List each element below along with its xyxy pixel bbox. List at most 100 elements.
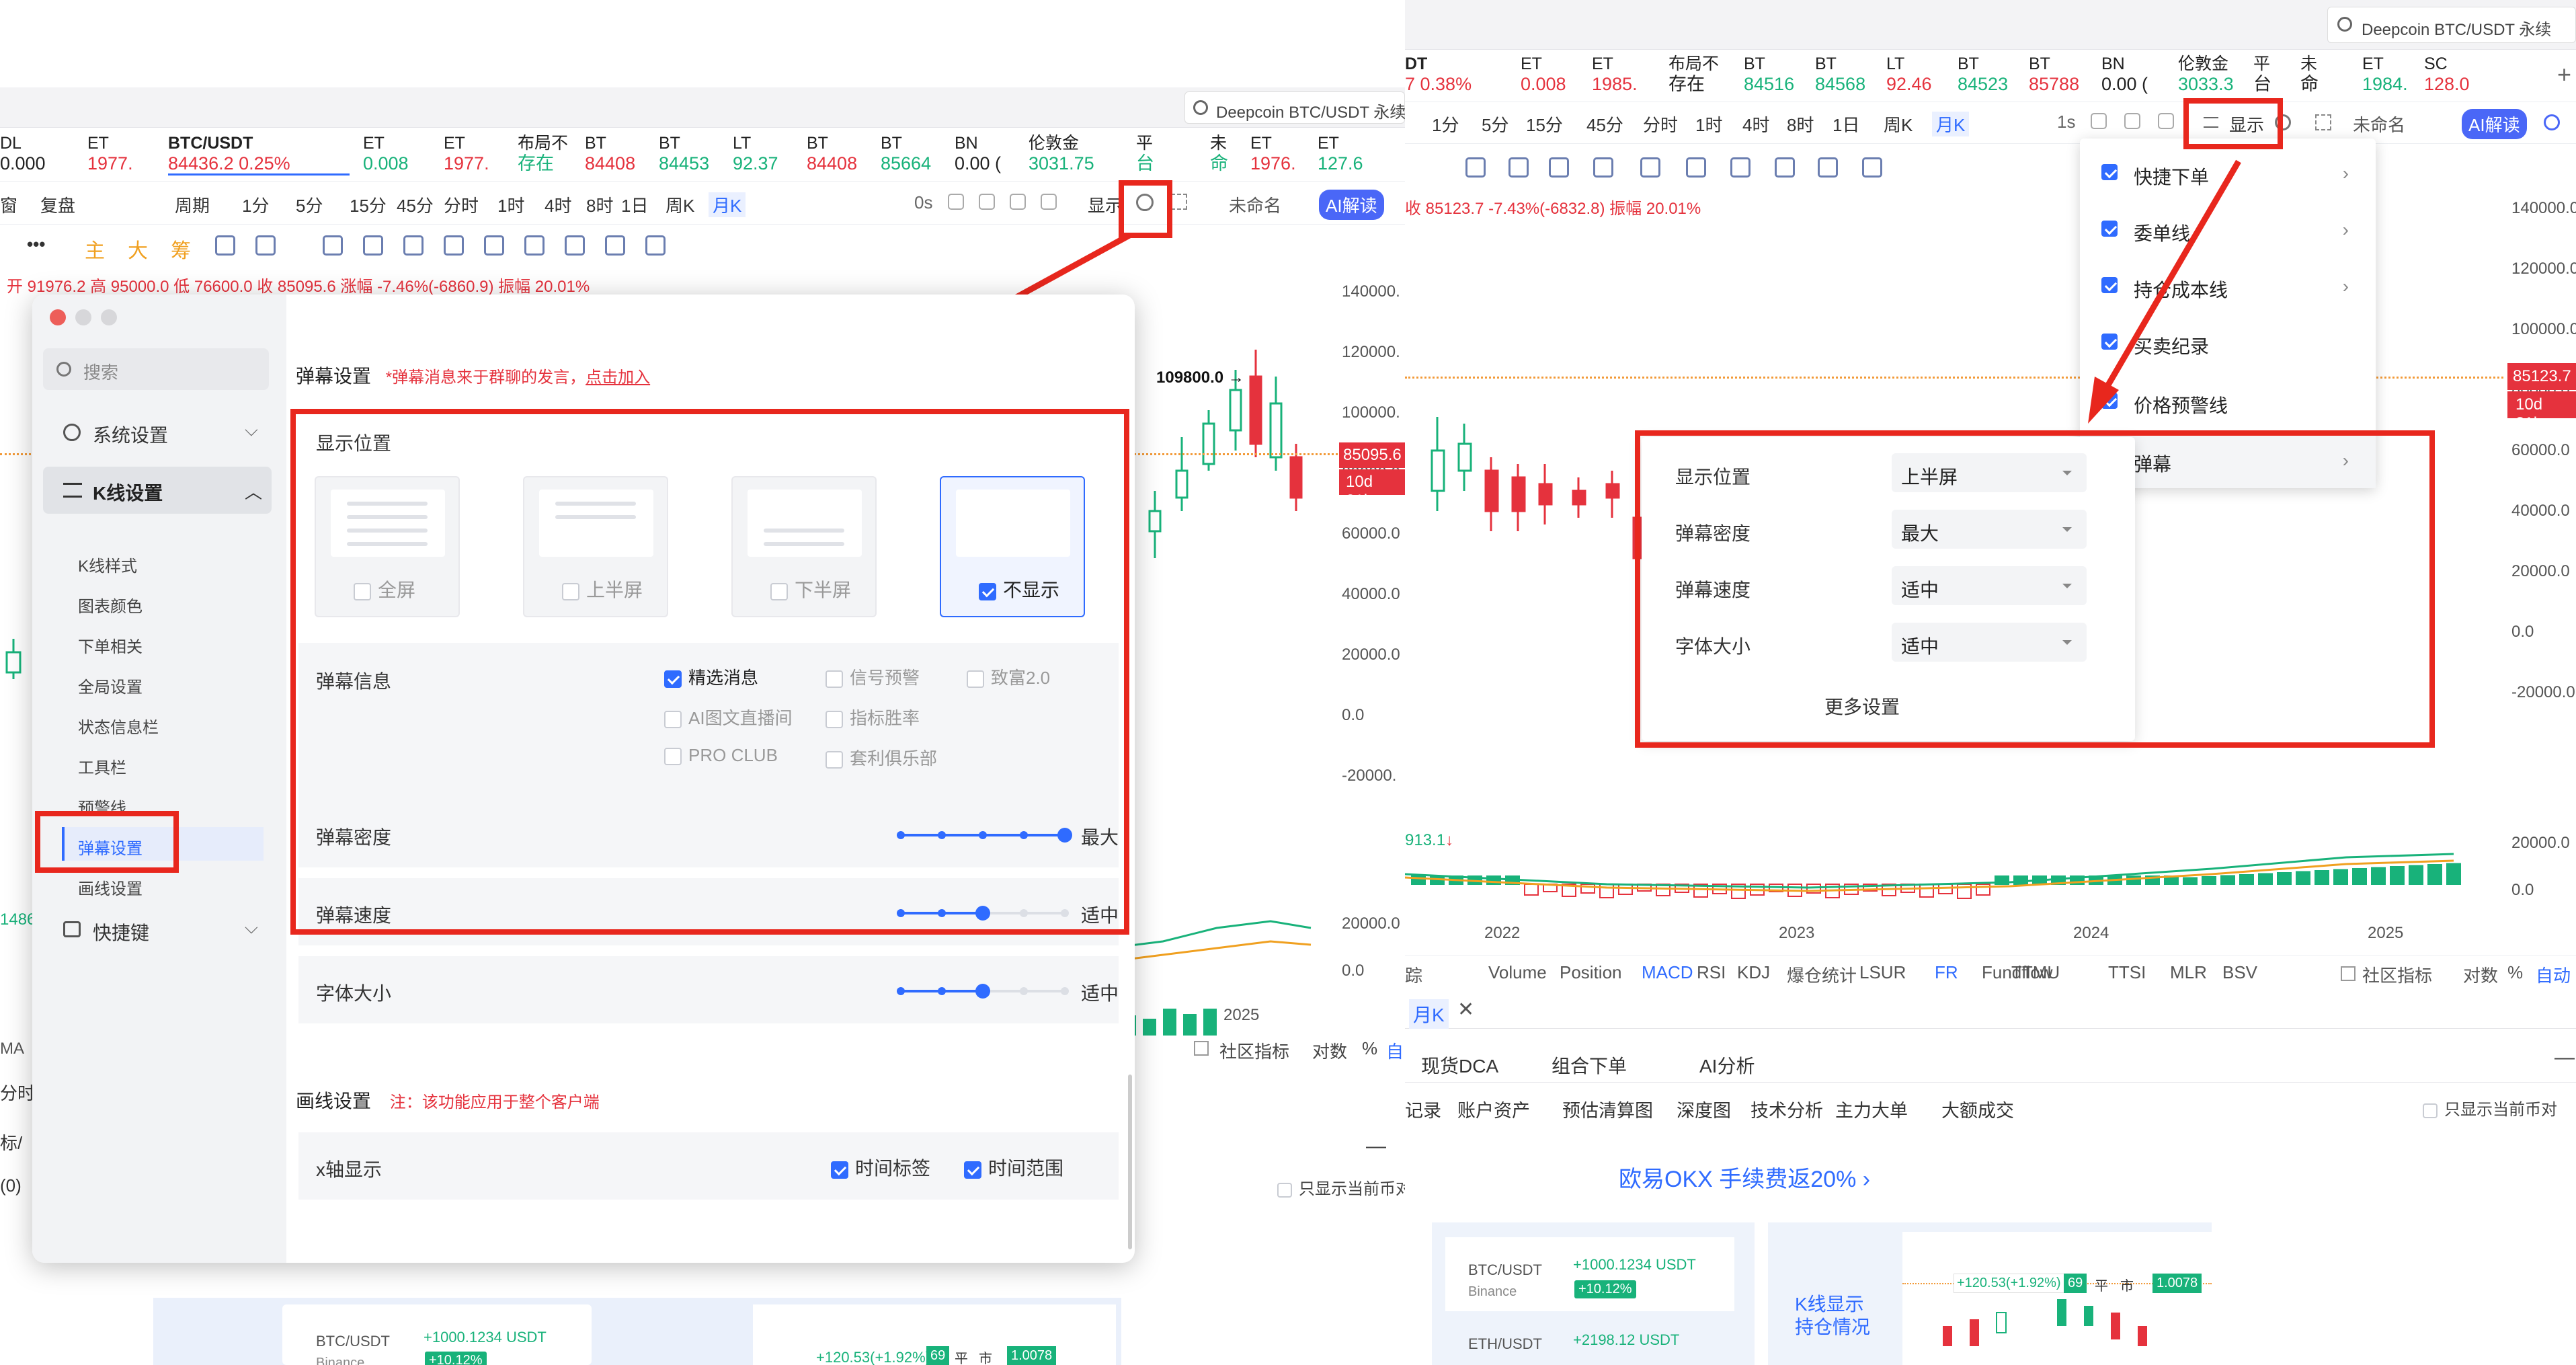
filter-icon[interactable] [1818, 157, 1838, 178]
line-tool-icon[interactable] [1549, 157, 1569, 178]
indicator-tab[interactable]: TTSI [2108, 962, 2146, 983]
magnet-icon[interactable] [484, 235, 504, 256]
danmu-join-link[interactable]: 点击加入 [586, 368, 650, 387]
toolbar-item[interactable]: 周K [1884, 112, 1913, 136]
only-current-toggle[interactable]: 只显示当前币对 [2423, 1096, 2557, 1120]
toolbar-item[interactable]: 5分 [296, 192, 323, 217]
subnav-item[interactable]: 全局设置 [62, 666, 264, 699]
toolbar-item[interactable]: 4时 [545, 192, 571, 217]
ticker-item[interactable]: BT 84453 [659, 133, 709, 173]
ruler-icon[interactable] [363, 235, 383, 256]
add-tab-icon[interactable]: + [2557, 61, 2571, 89]
ticker-item[interactable]: ET 0.008 [363, 133, 409, 173]
ticker-item[interactable]: BN 0.00 ( [2101, 54, 2148, 94]
share-icon[interactable] [2544, 114, 2560, 130]
indicator-tab[interactable]: BSV [2222, 962, 2257, 983]
pct-toggle[interactable]: % [1362, 1038, 1377, 1059]
nav-system[interactable]: 系统设置 ⌵ [43, 410, 272, 455]
minimize-dot[interactable] [75, 309, 91, 325]
subnav-item[interactable]: 图表颜色 [62, 585, 264, 619]
toolbar-item[interactable]: 分时 [444, 192, 479, 217]
ticker-item[interactable]: BN 0.00 ( [955, 133, 1001, 173]
only-current-toggle[interactable]: 只显示当前币对 [1277, 1175, 1405, 1199]
toolbar-item[interactable]: 周K [666, 192, 694, 217]
measure-icon[interactable] [403, 235, 424, 256]
ticker-item[interactable]: 布局不 存在 [518, 133, 568, 173]
expand-icon[interactable] [1171, 194, 1187, 210]
time-range-checkbox[interactable] [964, 1161, 981, 1179]
ai-button[interactable]: AI解读 [1319, 190, 1384, 220]
subnav-item[interactable]: 工具栏 [62, 746, 264, 780]
ticker-item[interactable]: ET 1984. [2362, 54, 2408, 94]
ticker-item[interactable]: 伦敦金 3033.3 [2178, 54, 2234, 94]
toolbar-item[interactable]: 1日 [621, 192, 648, 217]
dashed-icon[interactable] [645, 235, 666, 256]
sub-tab[interactable]: 账户资产 [1457, 1096, 1530, 1122]
dialog-search[interactable]: 搜索 [43, 348, 269, 390]
ticker-item[interactable]: BT 84568 [1815, 54, 1865, 94]
toolbar-item[interactable]: 复盘 [40, 192, 75, 217]
minus-control[interactable]: — [1366, 1135, 1386, 1158]
search-input[interactable]: Deepcoin BTC/USDT 永续 [1184, 91, 1405, 124]
subnav-item[interactable]: 状态信息栏 [62, 706, 264, 740]
layout-icon[interactable] [1041, 194, 1057, 210]
trash-icon[interactable] [605, 235, 625, 256]
toolbar-item[interactable]: 45分 [1586, 112, 1623, 136]
ticker-item[interactable]: LT 92.37 [733, 133, 778, 173]
bottom-tab[interactable]: 组合下单 [1552, 1052, 1627, 1079]
ticker-item[interactable]: BTC/USDT 84436.2 0.25% [168, 133, 350, 176]
maximize-dot[interactable] [101, 309, 117, 325]
indicator-tool[interactable]: 筹 [171, 234, 191, 264]
ticker-item[interactable]: 未命 [1210, 133, 1228, 173]
ticker-item[interactable]: BT 84523 [1958, 54, 2008, 94]
ticker-item[interactable]: ET 0.008 [1521, 54, 1566, 94]
ticker-item[interactable]: BT 85664 [881, 133, 931, 173]
sub-tab[interactable]: 大额成交 [1941, 1096, 2014, 1122]
indicator-tool[interactable]: 主 [85, 234, 105, 264]
ticker-item[interactable]: SC 128.0 [2424, 54, 2470, 94]
pct-toggle[interactable]: % [2507, 962, 2523, 983]
display-button[interactable]: 显示 [1088, 192, 1123, 217]
indicator-tab[interactable]: MACD [1642, 962, 1693, 983]
ticker-item[interactable]: ET 127.6 [1318, 133, 1363, 173]
indicator-tab[interactable]: Volume [1488, 962, 1547, 983]
edit-icon[interactable] [2124, 113, 2140, 129]
toolbar-item[interactable]: 8时 [586, 192, 613, 217]
time-range-toggle[interactable]: 时间范围 [964, 1154, 1063, 1181]
camera-icon[interactable] [948, 194, 964, 210]
indicator-tab[interactable]: LSUR [1859, 962, 1906, 983]
toolbar-item[interactable]: 月K [709, 192, 746, 217]
log-toggle[interactable]: 对数 [1312, 1038, 1347, 1063]
ticker-item[interactable]: 平台 [1136, 133, 1154, 173]
indicator-tab[interactable]: FR [1935, 962, 1958, 983]
ruler-icon[interactable] [1593, 157, 1613, 178]
toolbar-item[interactable]: 月K [1932, 112, 1970, 136]
toolbar-item[interactable]: 1时 [497, 192, 524, 217]
toolbar-item[interactable]: 周期 [175, 192, 210, 217]
ticker-item[interactable]: ET 1977. [444, 133, 489, 173]
sub-tab[interactable]: 记录 [1405, 1096, 1441, 1122]
ticker-item[interactable]: BT 84408 [585, 133, 635, 173]
toolbar-item[interactable]: 1时 [1695, 112, 1722, 136]
indicator-tab[interactable]: RSI [1697, 962, 1726, 983]
pen-icon[interactable] [215, 235, 235, 256]
screen-icon[interactable] [2158, 113, 2174, 129]
log-toggle[interactable]: 对数 [2463, 962, 2498, 987]
line-tool-icon[interactable] [323, 235, 343, 256]
ticker-item[interactable]: BT 84516 [1744, 54, 1794, 94]
magnet-icon[interactable] [1730, 157, 1750, 178]
subnav-item[interactable]: 下单相关 [62, 625, 264, 659]
link-icon[interactable] [1775, 157, 1795, 178]
cloud-unnamed[interactable]: 未命名 [1229, 192, 1281, 217]
ticker-item[interactable]: ET 1977. [87, 133, 133, 173]
sub-tab[interactable]: 技术分析 [1750, 1096, 1823, 1122]
close-dot[interactable] [50, 309, 66, 325]
time-label-toggle[interactable]: 时间标签 [831, 1154, 930, 1181]
pen-icon[interactable] [1465, 157, 1486, 178]
camera-icon[interactable] [2091, 113, 2107, 129]
search-input[interactable]: Deepcoin BTC/USDT 永续 [2327, 7, 2576, 43]
edit-icon[interactable] [979, 194, 995, 210]
expand-icon[interactable] [2315, 114, 2331, 130]
slider-knob[interactable] [975, 984, 990, 999]
ticker-item[interactable]: ET 1985. [1592, 54, 1638, 94]
